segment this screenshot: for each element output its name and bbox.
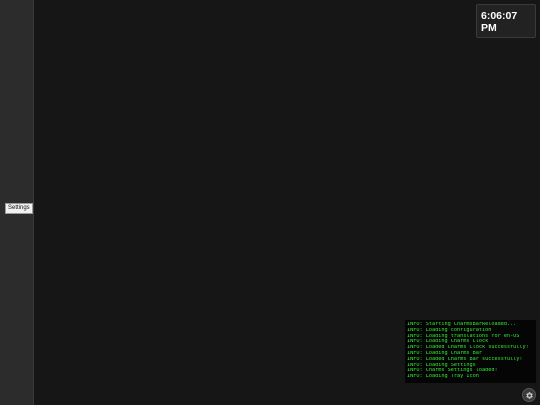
log-console: INFO: Starting CharmsBarReloaded... INFO… [405,320,536,383]
settings-tooltip: Settings [5,203,33,214]
clock-time: 6:06:07 [481,10,518,22]
gear-icon [525,391,533,399]
charms-clock: 6:06:07 PM [476,4,536,38]
log-line: INFO: Loading Tray Icon [407,374,479,380]
clock-period: PM [481,22,497,34]
tray-gear-button[interactable] [522,388,536,402]
desktop: Settings 6:06:07 PM INFO: Starting Charm… [0,0,540,405]
